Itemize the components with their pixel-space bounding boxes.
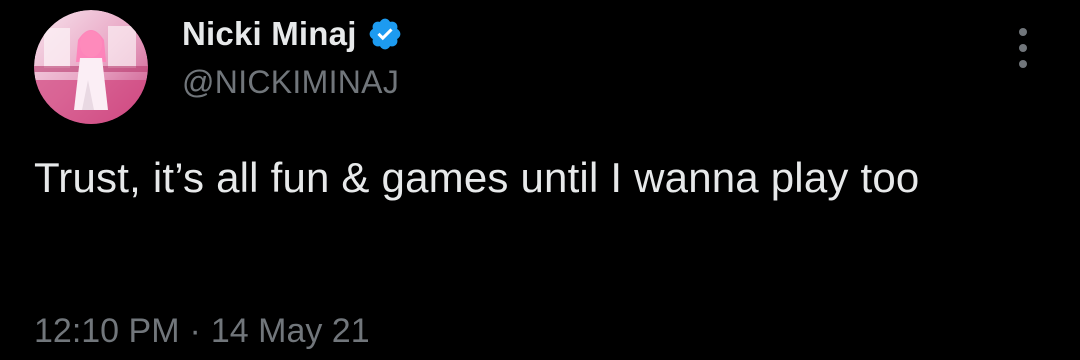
tweet-text: Trust, it’s all fun & games until I wann… (34, 154, 920, 201)
more-dot (1019, 44, 1027, 52)
tweet-date[interactable]: 14 May 21 (211, 312, 370, 351)
avatar[interactable] (34, 10, 148, 124)
tweet-timestamp: 12:10 PM · 14 May 21 (34, 312, 370, 351)
avatar-image (34, 10, 148, 124)
more-dot (1019, 60, 1027, 68)
more-vertical-icon[interactable] (1010, 28, 1036, 68)
tweet-time[interactable]: 12:10 PM (34, 312, 180, 351)
user-handle[interactable]: @NICKIMINAJ (182, 64, 399, 101)
tweet-card: Nicki Minaj @NICKIMINAJ Trust, it’s all … (0, 0, 1080, 360)
name-row: Nicki Minaj (182, 12, 403, 56)
meta-separator: · (189, 312, 201, 350)
display-name[interactable]: Nicki Minaj (182, 15, 357, 53)
verified-badge-icon (367, 16, 403, 52)
more-dot (1019, 28, 1027, 36)
